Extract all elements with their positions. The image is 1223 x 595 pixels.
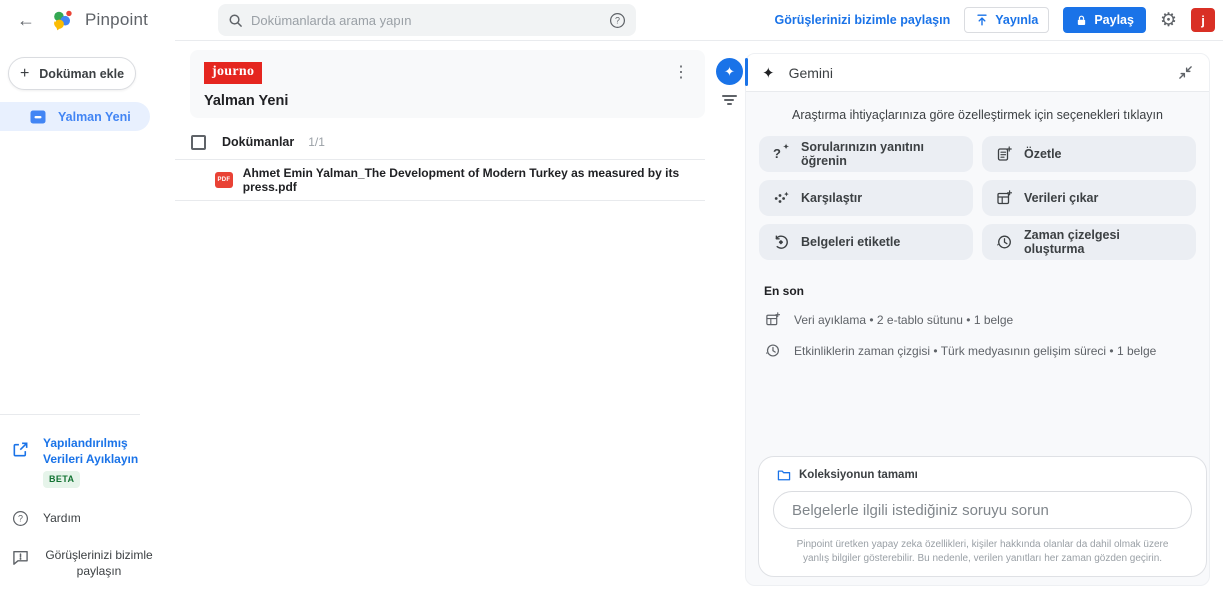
sidebar-item-collection[interactable]: Yalman Yeni: [0, 102, 150, 131]
gemini-sparkle-icon: ✦: [724, 64, 735, 80]
search-help-icon[interactable]: ?: [609, 12, 626, 29]
document-list-header: Dokümanlar 1/1: [175, 128, 705, 156]
table-add-icon: [996, 190, 1012, 206]
settings-gear-icon[interactable]: ⚙: [1160, 11, 1177, 30]
gemini-query-input[interactable]: [773, 491, 1192, 529]
table-add-icon: [764, 312, 780, 327]
documents-heading: Dokümanlar: [222, 135, 294, 149]
sidebar-footer: Yapılandırılmış Verileri Ayıklayın BETA …: [0, 414, 175, 587]
gemini-panel: ✦ Gemini Araştırma ihtiyaçlarınıza göre …: [745, 53, 1210, 586]
document-row[interactable]: PDF Ahmet Emin Yalman_The Development of…: [175, 160, 705, 200]
sidebar-feedback-label: Görüşlerinizi bizimle paylaşın: [43, 547, 155, 579]
recent-section: En son Veri ayıklama • 2 e-tablo sütunu …: [746, 260, 1209, 358]
search-icon: [228, 13, 243, 28]
query-card: Koleksiyonun tamamı Pinpoint üretken yap…: [758, 456, 1207, 577]
summarize-icon: [996, 146, 1012, 162]
collapse-panel-icon[interactable]: [1178, 65, 1193, 80]
label-rotate-icon: [773, 234, 789, 250]
select-all-checkbox[interactable]: [191, 135, 206, 150]
option-extract-data[interactable]: Verileri çıkar: [982, 180, 1196, 216]
gemini-title-icon: ✦: [762, 64, 775, 82]
publish-label: Yayınla: [995, 13, 1038, 27]
share-button[interactable]: Paylaş: [1063, 7, 1146, 33]
collection-menu-icon[interactable]: ⋮: [671, 62, 691, 82]
option-label: Karşılaştır: [801, 191, 862, 205]
recent-item-label: Etkinliklerin zaman çizgisi • Türk medya…: [794, 344, 1156, 358]
publish-button[interactable]: Yayınla: [964, 7, 1049, 33]
top-bar: ← Pinpoint ? Görüşlerini: [0, 0, 1223, 40]
back-arrow-icon[interactable]: ←: [6, 0, 46, 40]
structured-data-link[interactable]: Yapılandırılmış Verileri Ayıklayın BETA: [0, 427, 175, 496]
timeline-clock-icon: [764, 343, 780, 358]
timeline-clock-icon: [996, 234, 1012, 250]
help-link[interactable]: ? Yardım: [0, 502, 175, 535]
add-document-button[interactable]: + Doküman ekle: [8, 57, 136, 90]
recent-item-timeline[interactable]: Etkinliklerin zaman çizgisi • Türk medya…: [764, 343, 1191, 358]
account-avatar[interactable]: j: [1191, 8, 1215, 32]
filter-icon[interactable]: [721, 95, 737, 107]
pinpoint-app: ← Pinpoint ? Görüşlerini: [0, 0, 1223, 595]
plus-icon: +: [20, 65, 29, 83]
open-in-new-icon: [12, 441, 29, 458]
panel-drag-handle[interactable]: [745, 58, 748, 86]
sidebar-item-label: Yalman Yeni: [58, 110, 131, 124]
option-label: Belgeleri etiketle: [801, 235, 900, 249]
gemini-helper-text: Araştırma ihtiyaçlarınıza göre özelleşti…: [756, 108, 1199, 122]
ai-disclaimer: Pinpoint üretken yapay zeka özellikleri,…: [759, 529, 1206, 566]
sidebar-divider: [0, 414, 140, 415]
feedback-link[interactable]: Görüşlerinizi bizimle paylaşın: [774, 13, 950, 27]
scope-chip[interactable]: Koleksiyonun tamamı: [759, 469, 1206, 491]
folder-icon: [777, 469, 791, 481]
sidebar: + Doküman ekle Yalman Yeni Yapılandırılm…: [0, 40, 175, 595]
app-brand[interactable]: Pinpoint: [50, 8, 148, 33]
option-label: Sorularınızın yanıtını öğrenin: [801, 140, 959, 168]
option-ask-questions[interactable]: ?✦ Sorularınızın yanıtını öğrenin: [759, 136, 973, 172]
option-label: Özetle: [1024, 147, 1062, 161]
add-document-label: Doküman ekle: [39, 67, 124, 81]
search-bar[interactable]: ?: [218, 4, 636, 36]
structured-data-label: Yapılandırılmış Verileri Ayıklayın BETA: [43, 435, 153, 488]
collection-main: journo Yalman Yeni ⋮ Dokümanlar 1/1 PDF …: [175, 40, 705, 595]
list-divider-bottom: [175, 200, 705, 201]
option-compare[interactable]: Karşılaştır: [759, 180, 973, 216]
recent-item-label: Veri ayıklama • 2 e-tablo sütunu • 1 bel…: [794, 313, 1013, 327]
option-summarize[interactable]: Özetle: [982, 136, 1196, 172]
journo-logo: journo: [204, 62, 262, 84]
option-label: Verileri çıkar: [1024, 191, 1098, 205]
gemini-fab-button[interactable]: ✦: [716, 58, 743, 85]
option-label: Zaman çizelgesi oluşturma: [1024, 228, 1182, 256]
sidebar-feedback-link[interactable]: Görüşlerinizi bizimle paylaşın: [0, 539, 175, 587]
recent-item-data-extraction[interactable]: Veri ayıklama • 2 e-tablo sütunu • 1 bel…: [764, 312, 1191, 327]
help-label: Yardım: [43, 510, 81, 526]
feedback-bubble-icon: [12, 549, 29, 566]
svg-text:?: ?: [18, 513, 23, 523]
document-filename: Ahmet Emin Yalman_The Development of Mod…: [243, 166, 705, 194]
collection-header-card: journo Yalman Yeni ⋮: [190, 50, 705, 118]
publish-icon: [975, 13, 989, 27]
collection-icon: [30, 110, 46, 124]
compare-sparkle-icon: [773, 190, 789, 206]
topbar-actions: Görüşlerinizi bizimle paylaşın Yayınla P…: [774, 0, 1215, 40]
help-icon: ?: [12, 510, 29, 527]
question-sparkle-icon: ?✦: [773, 146, 789, 162]
pinpoint-logo-icon: [50, 8, 75, 33]
option-create-timeline[interactable]: Zaman çizelgesi oluşturma: [982, 224, 1196, 260]
app-name: Pinpoint: [85, 10, 148, 30]
option-label-documents[interactable]: Belgeleri etiketle: [759, 224, 973, 260]
beta-badge: BETA: [43, 471, 80, 487]
recent-heading: En son: [764, 284, 1191, 298]
search-input[interactable]: [251, 13, 609, 28]
lock-icon: [1075, 14, 1088, 27]
share-label: Paylaş: [1094, 13, 1134, 27]
gemini-options-grid: ?✦ Sorularınızın yanıtını öğrenin Özetle…: [746, 136, 1209, 260]
gemini-panel-header: ✦ Gemini: [746, 54, 1209, 92]
documents-count: 1/1: [308, 135, 325, 149]
pdf-file-icon: PDF: [215, 172, 233, 188]
svg-text:?: ?: [615, 15, 620, 25]
scope-chip-label: Koleksiyonun tamamı: [799, 469, 918, 481]
collection-title: Yalman Yeni: [204, 93, 691, 109]
gemini-title: Gemini: [789, 65, 833, 81]
